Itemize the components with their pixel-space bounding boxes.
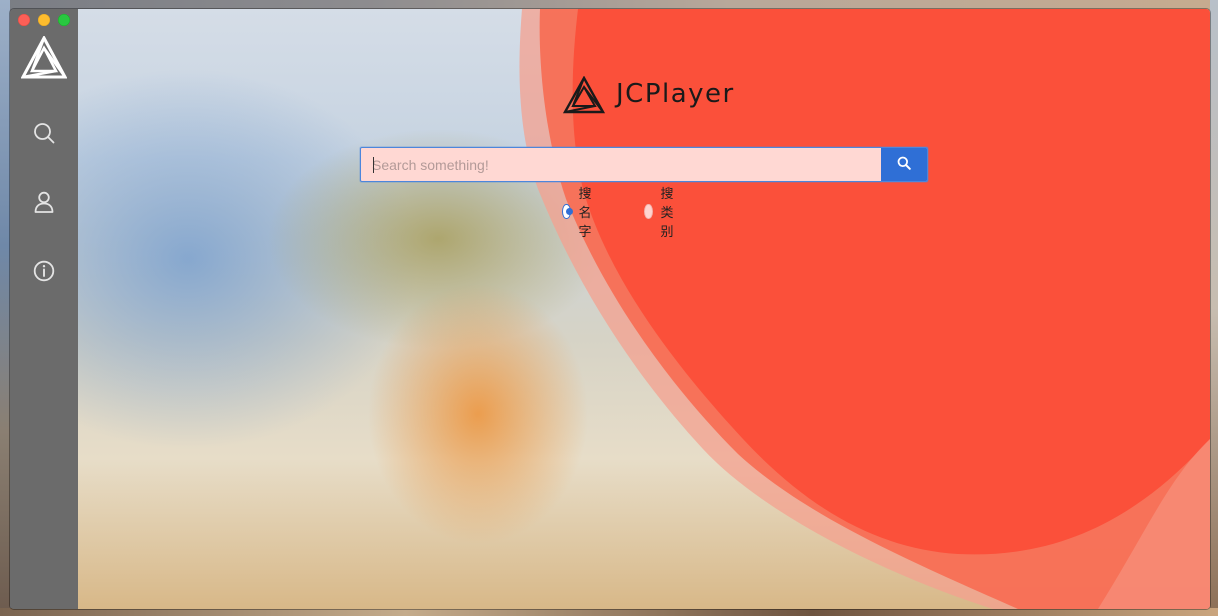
search-bar [360, 147, 928, 182]
sidebar-logo-icon[interactable] [20, 34, 68, 80]
radio-checked-icon[interactable] [562, 203, 573, 219]
radio-unchecked-icon[interactable] [644, 203, 653, 219]
search-icon [32, 121, 56, 145]
sidebar-item-search[interactable] [32, 121, 56, 145]
search-input[interactable] [361, 148, 881, 181]
text-caret [373, 157, 374, 173]
desktop-background-left [0, 0, 10, 616]
desktop-background-right [1210, 0, 1218, 616]
radio-label-name: 搜名字 [578, 186, 592, 240]
window-maximize-button[interactable] [58, 14, 70, 26]
window-close-button[interactable] [18, 14, 30, 26]
info-icon [32, 259, 56, 283]
radio-search-by-name[interactable]: 搜名字 [562, 187, 598, 240]
sidebar [10, 9, 78, 609]
sidebar-item-info[interactable] [32, 259, 56, 283]
search-button[interactable] [881, 148, 927, 181]
search-icon [897, 155, 911, 174]
triangle-logo-icon [562, 75, 606, 114]
desktop-background-bottom [0, 608, 1218, 616]
radio-label-category: 搜类别 [660, 186, 674, 240]
user-icon [32, 190, 56, 214]
radio-search-by-category[interactable]: 搜类别 [644, 187, 680, 240]
app-window: JCPlayer 搜名字 搜类别 [10, 9, 1210, 609]
window-minimize-button[interactable] [38, 14, 50, 26]
main-content: JCPlayer 搜名字 搜类别 [78, 9, 1210, 609]
sidebar-item-user[interactable] [32, 190, 56, 214]
app-title: JCPlayer [616, 79, 735, 109]
